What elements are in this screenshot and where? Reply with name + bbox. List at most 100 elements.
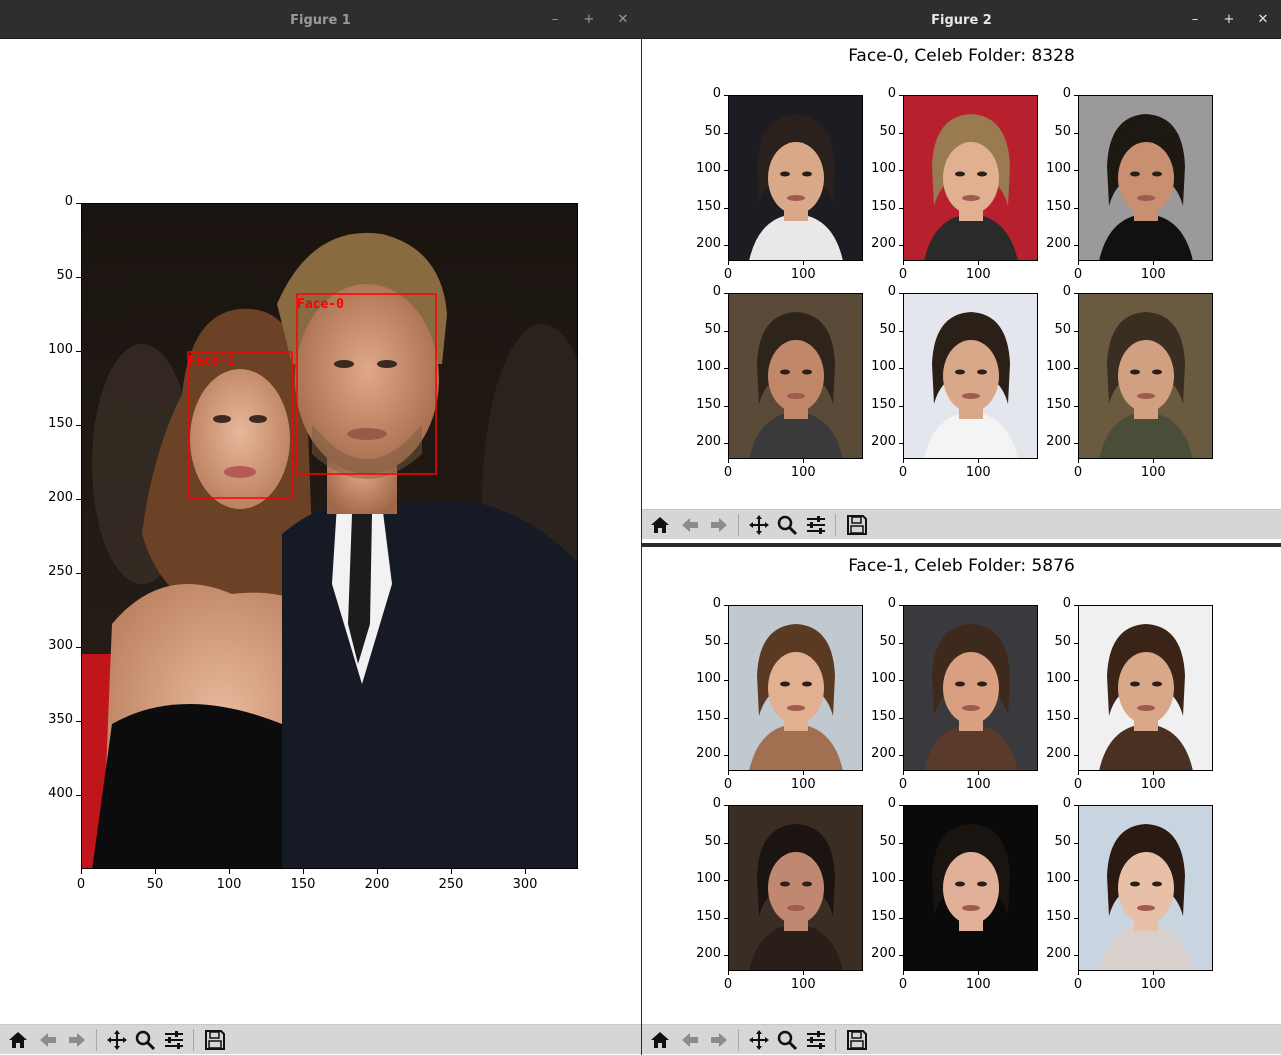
y-tick-label: 0 bbox=[1062, 596, 1071, 611]
save-button[interactable] bbox=[844, 513, 870, 537]
thumbnail-axes[interactable] bbox=[903, 805, 1038, 971]
thumbnail-axes[interactable] bbox=[1078, 95, 1213, 261]
face-1-label: Face-1 bbox=[188, 354, 235, 369]
y-tick bbox=[1074, 755, 1078, 756]
y-tick-label: 0 bbox=[887, 284, 896, 299]
x-tick-label: 300 bbox=[512, 877, 538, 892]
zoom-button[interactable] bbox=[132, 1028, 158, 1052]
home-button[interactable] bbox=[647, 513, 673, 537]
y-tick-label: 0 bbox=[712, 796, 721, 811]
thumbnail-axes[interactable] bbox=[903, 605, 1038, 771]
thumbnail-axes[interactable] bbox=[1078, 605, 1213, 771]
x-tick bbox=[377, 869, 378, 874]
thumbnail-axes[interactable] bbox=[1078, 293, 1213, 459]
home-button[interactable] bbox=[5, 1028, 31, 1052]
x-tick-label: 0 bbox=[1073, 777, 1083, 792]
zoom-button[interactable] bbox=[774, 513, 800, 537]
back-icon bbox=[679, 1029, 701, 1051]
close-button[interactable]: ✕ bbox=[1248, 0, 1278, 39]
forward-button[interactable] bbox=[706, 513, 732, 537]
y-tick bbox=[724, 405, 728, 407]
thumbnail-axes[interactable] bbox=[903, 293, 1038, 459]
y-tick-label: 150 bbox=[1046, 396, 1071, 412]
y-tick-label: 100 bbox=[696, 671, 721, 686]
configure-subplots-button[interactable] bbox=[161, 1028, 187, 1052]
x-tick-label: 50 bbox=[146, 877, 164, 892]
configure-subplots-button[interactable] bbox=[803, 1028, 829, 1052]
x-tick-label: 100 bbox=[965, 777, 991, 792]
y-tick bbox=[899, 605, 903, 606]
y-tick bbox=[899, 842, 903, 844]
forward-icon bbox=[708, 514, 730, 536]
y-tick bbox=[724, 293, 728, 294]
x-tick-label: 100 bbox=[790, 465, 816, 480]
pan-button[interactable] bbox=[104, 1028, 130, 1052]
thumbnail-axes[interactable] bbox=[728, 805, 863, 971]
y-tick-label: 150 bbox=[871, 908, 896, 924]
maximize-button[interactable]: + bbox=[1214, 0, 1244, 39]
y-tick-label: 0 bbox=[1062, 86, 1071, 101]
x-tick-label: 0 bbox=[1073, 267, 1083, 282]
navigation-toolbar bbox=[642, 1024, 1281, 1054]
thumbnail-axes[interactable] bbox=[728, 95, 863, 261]
back-button[interactable] bbox=[677, 513, 703, 537]
y-tick bbox=[899, 717, 903, 719]
figure-1-window: Figure 1 – + ✕ Face-0 Face-1 0 50 100 15… bbox=[0, 0, 641, 1055]
y-tick bbox=[76, 203, 81, 204]
save-icon bbox=[846, 514, 868, 536]
configure-subplots-button[interactable] bbox=[803, 513, 829, 537]
y-tick-label: 200 bbox=[48, 490, 73, 505]
close-button[interactable]: ✕ bbox=[608, 0, 638, 39]
minimize-button[interactable]: – bbox=[1180, 0, 1210, 39]
y-tick bbox=[899, 755, 903, 756]
thumbnail-axes[interactable] bbox=[1078, 805, 1213, 971]
y-tick bbox=[899, 293, 903, 294]
x-tick-label: 0 bbox=[1073, 465, 1083, 480]
pan-button[interactable] bbox=[746, 513, 772, 537]
x-tick bbox=[728, 459, 729, 463]
x-tick-label: 0 bbox=[723, 465, 733, 480]
main-axes[interactable]: Face-0 Face-1 bbox=[81, 203, 578, 869]
toolbar-separator bbox=[835, 1029, 836, 1051]
save-button[interactable] bbox=[844, 1028, 870, 1052]
thumbnail-axes[interactable] bbox=[903, 95, 1038, 261]
y-tick bbox=[899, 680, 903, 681]
forward-button[interactable] bbox=[706, 1028, 732, 1052]
x-tick-label: 100 bbox=[1140, 777, 1166, 792]
celeb-face-image bbox=[1079, 294, 1212, 458]
x-tick bbox=[728, 971, 729, 975]
y-tick bbox=[724, 842, 728, 844]
y-tick bbox=[724, 680, 728, 681]
x-tick bbox=[1153, 459, 1155, 463]
y-tick bbox=[899, 405, 903, 407]
thumbnail-axes[interactable] bbox=[728, 605, 863, 771]
celeb-face-image bbox=[904, 606, 1037, 770]
titlebar[interactable]: Figure 2 – + ✕ bbox=[642, 0, 1281, 39]
x-tick-label: 0 bbox=[723, 977, 733, 992]
thumbnail-axes[interactable] bbox=[728, 293, 863, 459]
x-tick bbox=[81, 869, 82, 874]
y-tick-label: 200 bbox=[871, 746, 896, 761]
x-tick-label: 100 bbox=[965, 267, 991, 282]
celeb-face-image bbox=[1079, 96, 1212, 260]
zoom-button[interactable] bbox=[774, 1028, 800, 1052]
maximize-button[interactable]: + bbox=[574, 0, 604, 39]
x-tick-label: 200 bbox=[364, 877, 390, 892]
back-button[interactable] bbox=[677, 1028, 703, 1052]
navigation-toolbar bbox=[0, 1024, 641, 1054]
x-tick bbox=[1153, 261, 1155, 265]
x-tick bbox=[978, 771, 980, 775]
y-tick-label: 200 bbox=[1046, 236, 1071, 251]
y-tick bbox=[899, 443, 903, 444]
minimize-button[interactable]: – bbox=[540, 0, 570, 39]
back-button[interactable] bbox=[35, 1028, 61, 1052]
toolbar-separator bbox=[96, 1029, 97, 1051]
y-tick-label: 0 bbox=[1062, 796, 1071, 811]
zoom-icon bbox=[776, 1029, 798, 1051]
y-tick bbox=[899, 880, 903, 881]
titlebar[interactable]: Figure 1 – + ✕ bbox=[0, 0, 641, 39]
forward-button[interactable] bbox=[64, 1028, 90, 1052]
home-button[interactable] bbox=[647, 1028, 673, 1052]
pan-button[interactable] bbox=[746, 1028, 772, 1052]
save-button[interactable] bbox=[202, 1028, 228, 1052]
